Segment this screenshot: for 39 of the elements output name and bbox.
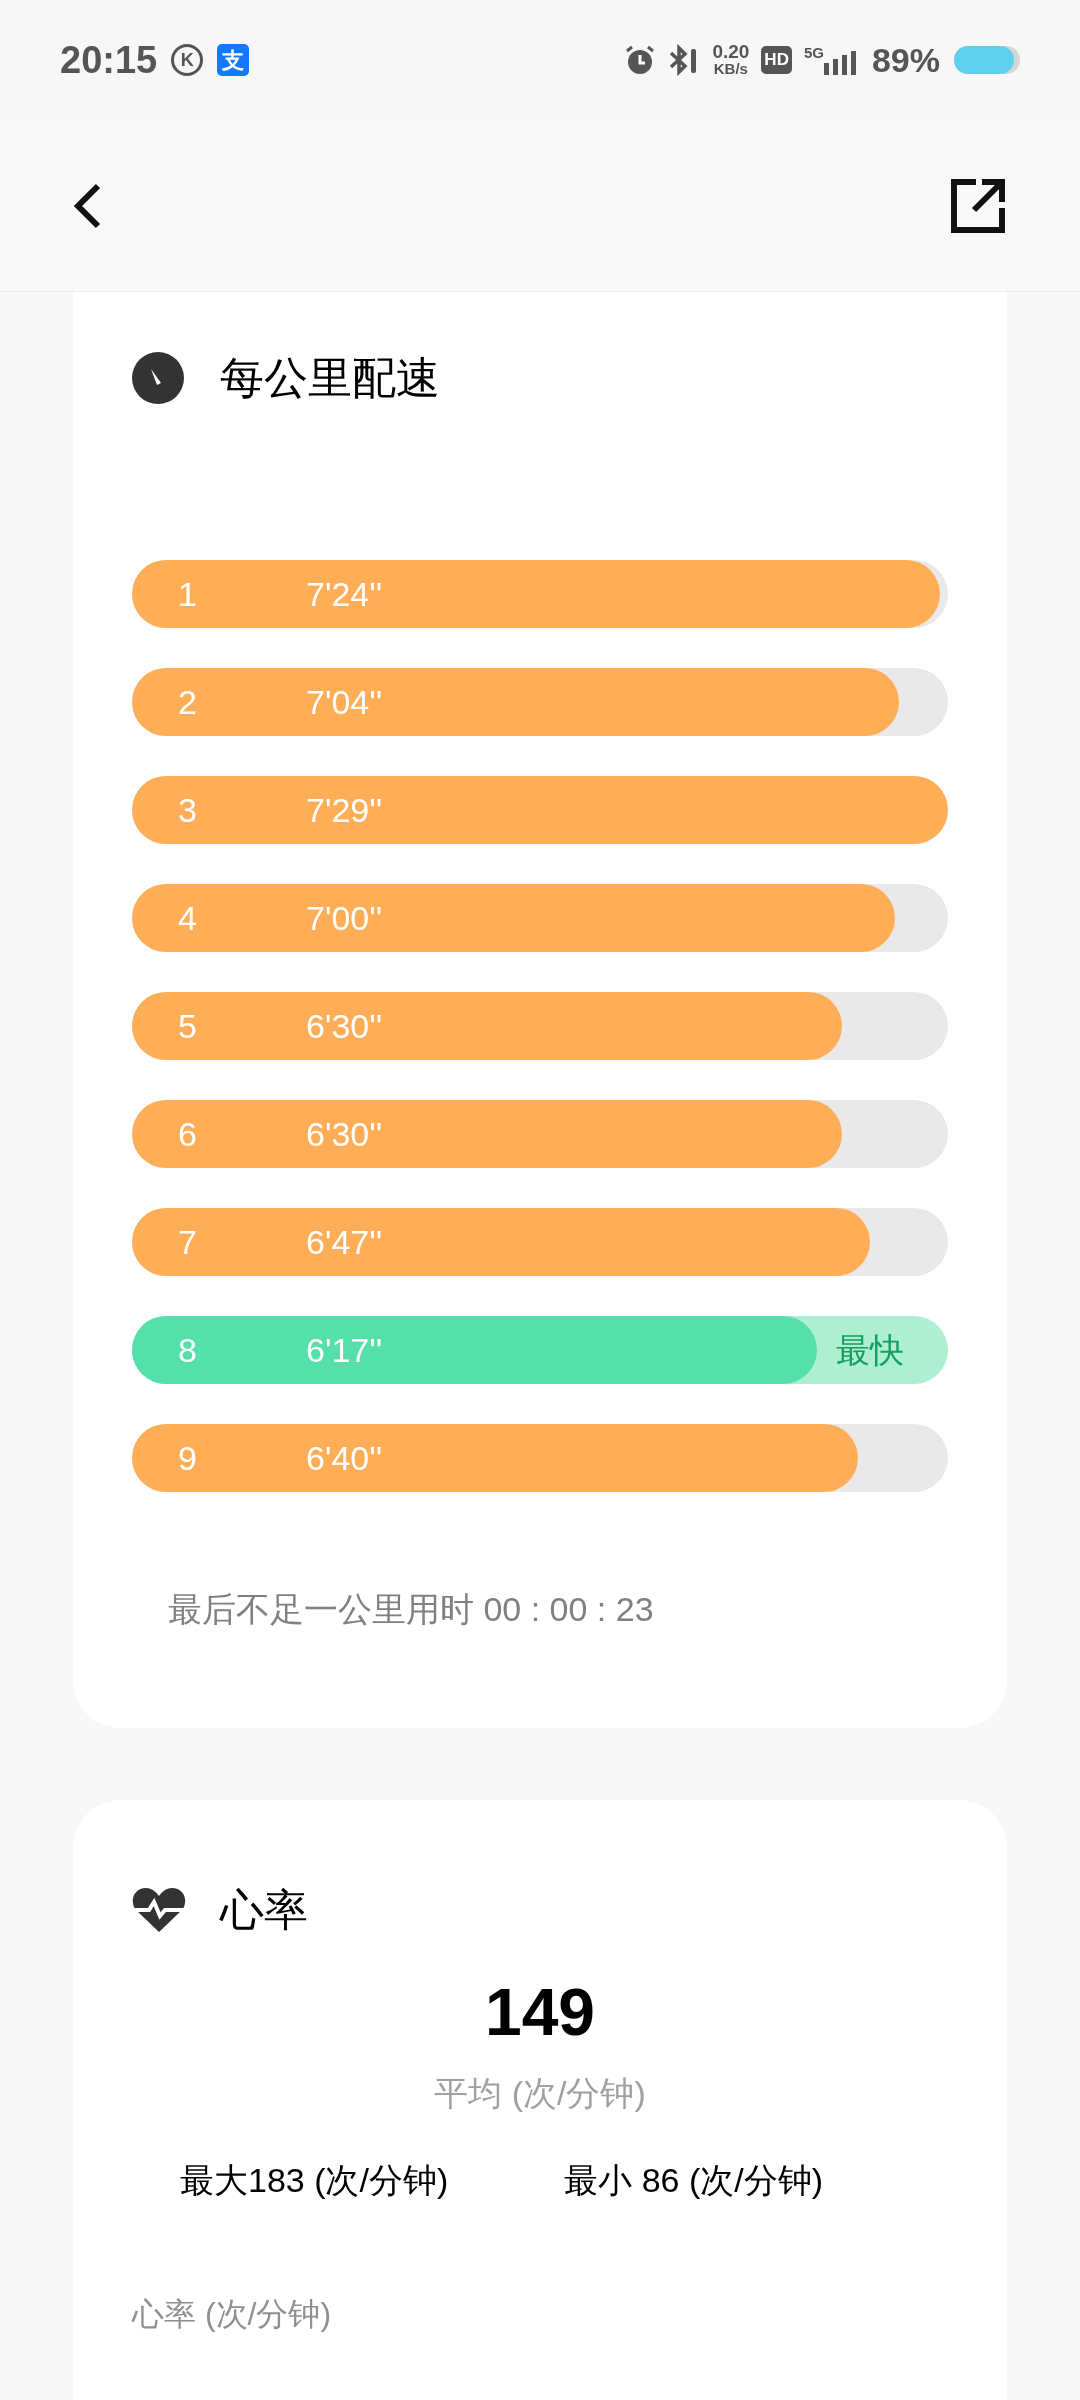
pace-value: 6'17'': [306, 1330, 383, 1371]
pace-value: 6'30'': [306, 1114, 383, 1155]
pace-value: 7'04'': [306, 682, 383, 723]
fastest-label: 最快: [836, 1330, 904, 1371]
status-time: 20:15: [60, 37, 158, 83]
battery-percentage: 89%: [871, 39, 940, 81]
km-number: 4: [178, 898, 197, 939]
app-notification-icon: 支: [217, 44, 250, 76]
pace-value: 6'47'': [306, 1222, 383, 1263]
heart-rate-icon: [132, 1886, 186, 1934]
chart-axis-label: 心率 (次/分钟): [132, 2295, 333, 2334]
network-speed-value: 0.20: [712, 43, 750, 60]
pace-value: 6'30'': [306, 1006, 383, 1047]
battery-icon: [954, 46, 1020, 74]
alarm-clock-icon: [624, 44, 657, 76]
card-title: 心率: [220, 1884, 308, 1936]
average-heart-rate: 149: [484, 1974, 596, 2051]
km-number: 5: [178, 1006, 197, 1047]
pace-value: 7'29'': [306, 790, 383, 831]
pace-value: 7'24'': [306, 574, 383, 615]
app-notification-icon: K: [171, 44, 204, 76]
km-number: 7: [178, 1222, 197, 1263]
km-number: 6: [178, 1114, 197, 1155]
speedometer-icon: [132, 352, 184, 404]
network-speed-unit: KB/s: [713, 60, 748, 77]
average-label: 平均 (次/分钟): [434, 2073, 646, 2114]
pace-value: 7'00'': [306, 898, 383, 939]
km-number: 1: [178, 574, 197, 615]
network-type: 5G: [803, 43, 824, 63]
min-heart-rate: 最小 86 (次/分钟): [564, 2160, 824, 2201]
pace-value: 6'40'': [306, 1438, 383, 1479]
hd-badge: HD: [761, 46, 792, 74]
km-number: 9: [178, 1438, 197, 1479]
last-partial-km-time: 最后不足一公里用时 00 : 00 : 23: [168, 1589, 655, 1630]
card-title: 每公里配速: [220, 352, 440, 404]
max-heart-rate: 最大183 (次/分钟): [180, 2160, 449, 2201]
km-number: 8: [178, 1330, 197, 1371]
km-number: 3: [178, 790, 197, 831]
km-number: 2: [178, 682, 197, 723]
